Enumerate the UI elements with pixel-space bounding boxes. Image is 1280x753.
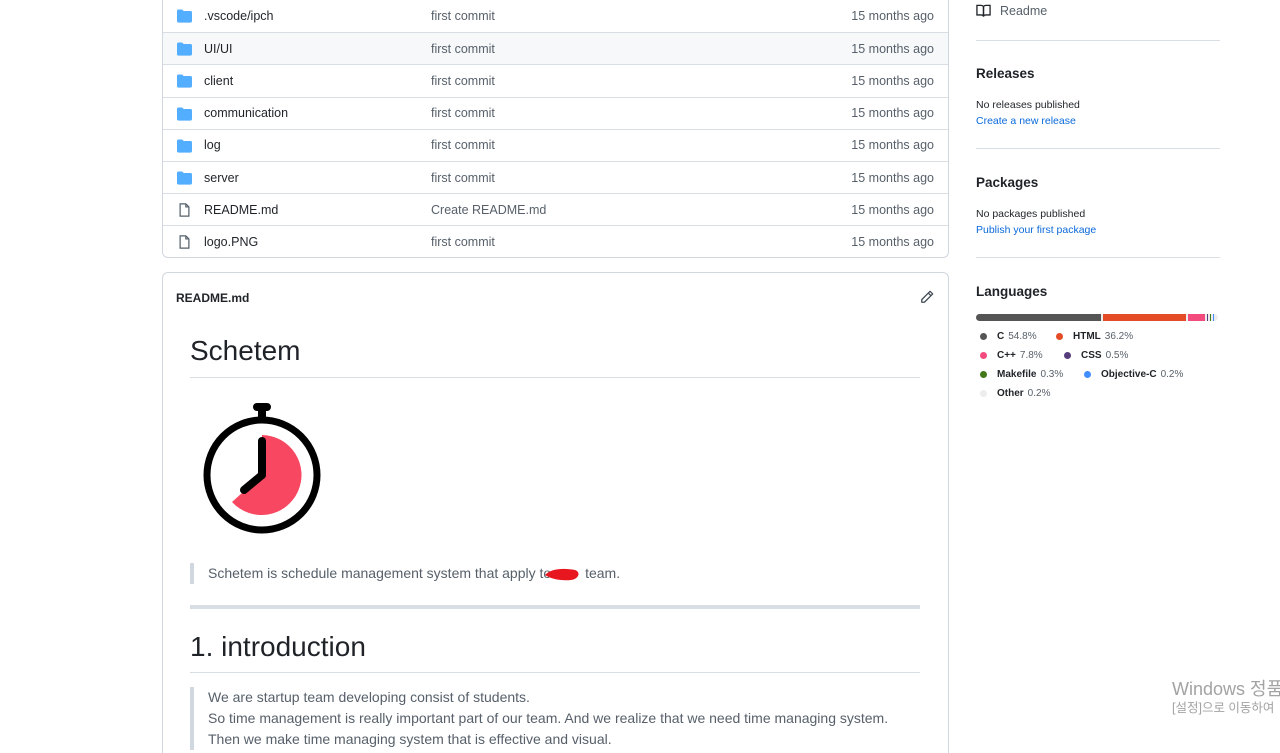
readme-link-label: Readme <box>1000 4 1048 18</box>
language-dot <box>1056 333 1063 340</box>
readme-filename[interactable]: README.md <box>176 291 249 305</box>
file-row[interactable]: client first commit 15 months ago <box>163 64 948 96</box>
sidebar-divider <box>976 257 1220 258</box>
languages-title: Languages <box>976 284 1048 299</box>
commit-message[interactable]: Create README.md <box>431 203 546 217</box>
language-dot <box>1064 352 1071 359</box>
language-item[interactable]: Makefile 0.3% <box>980 369 1063 380</box>
language-bar-segment <box>976 314 1101 321</box>
file-name[interactable]: UI/UI <box>204 42 232 56</box>
folder-icon <box>177 9 192 23</box>
language-dot <box>980 371 987 378</box>
file-name[interactable]: .vscode/ipch <box>204 9 273 23</box>
commit-date: 15 months ago <box>851 41 934 56</box>
commit-date: 15 months ago <box>851 73 934 88</box>
file-row[interactable]: logo.PNG first commit 15 months ago <box>163 225 948 257</box>
intro-line: Then we make time managing system that i… <box>208 731 612 747</box>
folder-icon <box>177 107 192 121</box>
file-icon <box>179 203 190 217</box>
commit-message[interactable]: first commit <box>431 106 495 120</box>
language-bar-segment <box>1210 314 1212 321</box>
language-bar-segment <box>1187 314 1206 321</box>
pencil-icon[interactable] <box>920 290 934 304</box>
packages-title[interactable]: Packages <box>976 175 1038 190</box>
introduction-quote: We are startup team developing consist o… <box>190 687 888 750</box>
commit-message[interactable]: first commit <box>431 171 495 185</box>
red-redaction-mark <box>545 568 579 581</box>
language-item[interactable]: CSS 0.5% <box>1064 350 1128 361</box>
tagline-text-end: team. <box>585 565 621 581</box>
section-title-divider <box>190 672 920 673</box>
tagline-text-start: Schetem is schedule management system th… <box>208 565 552 581</box>
intro-line: We are startup team developing consist o… <box>208 689 530 705</box>
file-name[interactable]: README.md <box>204 203 278 217</box>
language-item[interactable]: HTML 36.2% <box>1056 331 1133 342</box>
readme-link[interactable]: Readme <box>976 4 1047 18</box>
file-row[interactable]: .vscode/ipch first commit 15 months ago <box>163 0 948 32</box>
commit-date: 15 months ago <box>851 9 934 24</box>
language-dot <box>980 352 987 359</box>
title-divider <box>190 377 920 378</box>
language-bar-segment <box>1102 314 1186 321</box>
file-name[interactable]: logo.PNG <box>204 235 258 249</box>
file-row[interactable]: log first commit 15 months ago <box>163 128 948 161</box>
file-icon <box>179 235 190 250</box>
readme-box: README.md Schetem Schetem is schedule ma… <box>162 272 949 753</box>
commit-date: 15 months ago <box>851 138 934 153</box>
intro-line: So time management is really important p… <box>208 710 889 726</box>
file-row[interactable]: README.md Create README.md 15 months ago <box>163 193 948 225</box>
file-row[interactable]: server first commit 15 months ago <box>163 160 948 193</box>
create-release-link[interactable]: Create a new release <box>976 115 1076 127</box>
folder-icon <box>177 42 192 56</box>
languages-bar <box>976 314 1218 321</box>
releases-text: No releases published <box>976 99 1080 111</box>
commit-message[interactable]: first commit <box>431 138 495 152</box>
releases-title[interactable]: Releases <box>976 66 1035 81</box>
file-name[interactable]: server <box>204 171 239 185</box>
language-dot <box>1084 371 1091 378</box>
section-title-introduction: 1. introduction <box>190 631 366 662</box>
commit-message[interactable]: first commit <box>431 42 495 56</box>
file-row[interactable]: communication first commit 15 months ago <box>163 96 948 129</box>
book-icon <box>976 4 991 17</box>
commit-message[interactable]: first commit <box>431 74 495 88</box>
file-name[interactable]: client <box>204 74 233 88</box>
windows-activation-subtext: [설정]으로 이동하여 <box>1172 701 1275 715</box>
packages-text: No packages published <box>976 208 1086 220</box>
commit-date: 15 months ago <box>851 106 934 121</box>
folder-icon <box>177 139 192 153</box>
language-dot <box>980 390 987 397</box>
language-bar-segment <box>1207 314 1209 321</box>
section-divider <box>190 605 920 609</box>
language-item[interactable]: C 54.8% <box>980 331 1037 342</box>
sidebar-divider <box>976 40 1220 41</box>
language-item[interactable]: C++ 7.8% <box>980 350 1043 361</box>
folder-icon <box>177 171 192 185</box>
sidebar-divider <box>976 148 1220 149</box>
language-item[interactable]: Objective-C 0.2% <box>1084 369 1183 380</box>
file-name[interactable]: communication <box>204 106 288 120</box>
commit-date: 15 months ago <box>851 202 934 217</box>
folder-icon <box>177 74 192 88</box>
commit-message[interactable]: first commit <box>431 235 495 249</box>
readme-title: Schetem <box>190 335 301 366</box>
publish-package-link[interactable]: Publish your first package <box>976 224 1096 236</box>
language-item[interactable]: Other 0.2% <box>980 388 1050 399</box>
commit-date: 15 months ago <box>851 234 934 249</box>
file-name[interactable]: log <box>204 138 221 152</box>
file-list: .vscode/ipch first commit 15 months ago … <box>162 0 949 258</box>
commit-date: 15 months ago <box>851 170 934 185</box>
stopwatch-logo <box>203 403 321 534</box>
file-row[interactable]: UI/UI first commit 15 months ago <box>163 32 948 65</box>
language-dot <box>980 333 987 340</box>
commit-message[interactable]: first commit <box>431 9 495 23</box>
